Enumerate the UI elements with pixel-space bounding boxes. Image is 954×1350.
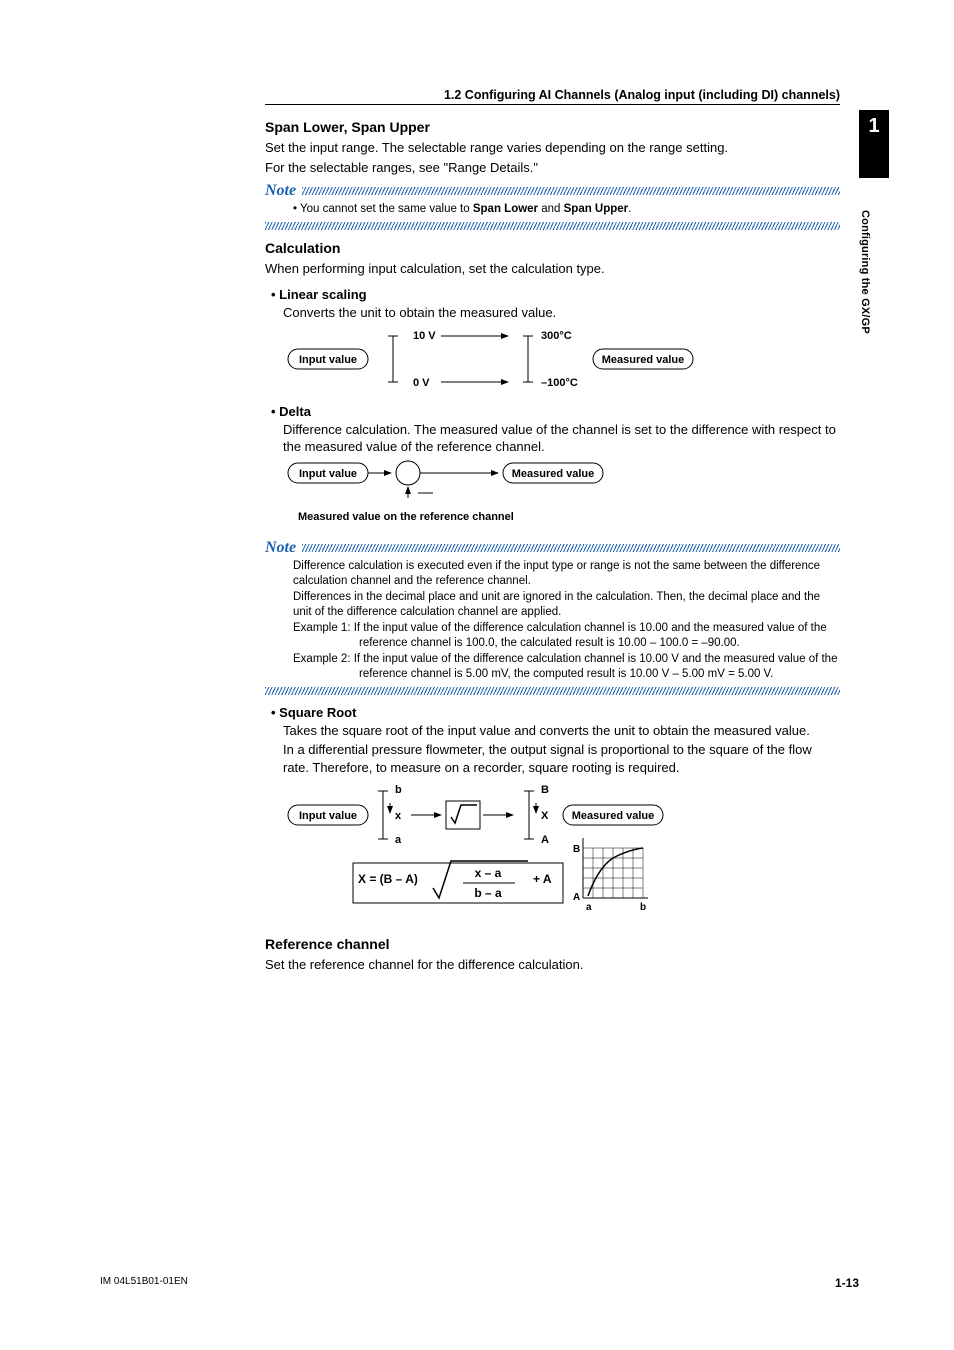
svg-text:300°C: 300°C [541,330,572,342]
svg-text:Measured value: Measured value [602,354,685,366]
delta-p1: Difference calculation. The measured val… [265,421,840,456]
sqrt-p2: In a differential pressure flowmeter, th… [265,741,840,776]
svg-text:X: X [541,810,549,822]
svg-text:Measured value: Measured value [512,468,595,480]
span-p1: Set the input range. The selectable rang… [265,139,840,157]
chapter-tab: 1 Configuring the GX/GP [859,110,889,358]
page-footer: IM 04L51B01-01EN 1-13 [100,1276,859,1290]
calc-title: Calculation [265,240,840,256]
span-title: Span Lower, Span Upper [265,119,840,135]
svg-text:+ A: + A [533,872,552,886]
note-label: Note [265,539,296,557]
note-hatch [302,187,840,195]
note2-header: Note [265,539,840,557]
svg-text:B: B [573,844,580,855]
svg-text:x: x [395,810,402,822]
calc-p1: When performing input calculation, set t… [265,260,840,278]
note-label: Note [265,182,296,200]
note-hatch [302,544,840,552]
svg-text:0 V: 0 V [413,377,430,389]
svg-text:–100°C: –100°C [541,377,578,389]
note-hatch-bottom [265,687,840,695]
svg-text:x – a: x – a [475,866,502,880]
doc-id: IM 04L51B01-01EN [100,1276,188,1290]
svg-text:Input value: Input value [299,468,357,480]
svg-text:A: A [541,834,549,846]
svg-text:A: A [573,892,580,903]
chapter-title: Configuring the GX/GP [859,178,871,358]
svg-text:Measured value on the referenc: Measured value on the reference channel [298,511,514,523]
span-p2: For the selectable ranges, see "Range De… [265,159,840,177]
note2-body: Difference calculation is executed even … [265,559,840,683]
page-content: 1.2 Configuring AI Channels (Analog inpu… [265,88,840,975]
sqrt-title: Square Root [265,705,840,720]
svg-text:b: b [395,784,402,796]
svg-text:b: b [640,902,646,913]
linear-p1: Converts the unit to obtain the measured… [265,304,840,322]
ref-title: Reference channel [265,936,840,952]
svg-text:Measured value: Measured value [572,810,655,822]
delta-title: Delta [265,404,840,419]
svg-text:a: a [586,902,592,913]
linear-diagram: Input value 10 V 0 V 300°C –100°C Measur… [283,324,703,394]
svg-text:B: B [541,784,549,796]
svg-text:Input value: Input value [299,354,357,366]
ref-p1: Set the reference channel for the differ… [265,956,840,974]
delta-diagram: Input value Measured value Measured valu… [283,458,703,533]
note1-header: Note [265,182,840,200]
svg-text:b – a: b – a [474,886,502,900]
sqrt-diagram: Input value b x a B X A Measured value X… [283,783,763,928]
section-header: 1.2 Configuring AI Channels (Analog inpu… [265,88,840,105]
svg-text:X = (B – A): X = (B – A) [358,872,418,886]
svg-text:Input value: Input value [299,810,357,822]
svg-text:a: a [395,834,402,846]
note-hatch-bottom [265,222,840,230]
sqrt-p1: Takes the square root of the input value… [265,722,840,740]
svg-text:10 V: 10 V [413,330,436,342]
page-number: 1-13 [835,1276,859,1290]
linear-title: Linear scaling [265,287,840,302]
chapter-number: 1 [859,110,889,178]
note1-body: • You cannot set the same value to Span … [265,202,840,218]
